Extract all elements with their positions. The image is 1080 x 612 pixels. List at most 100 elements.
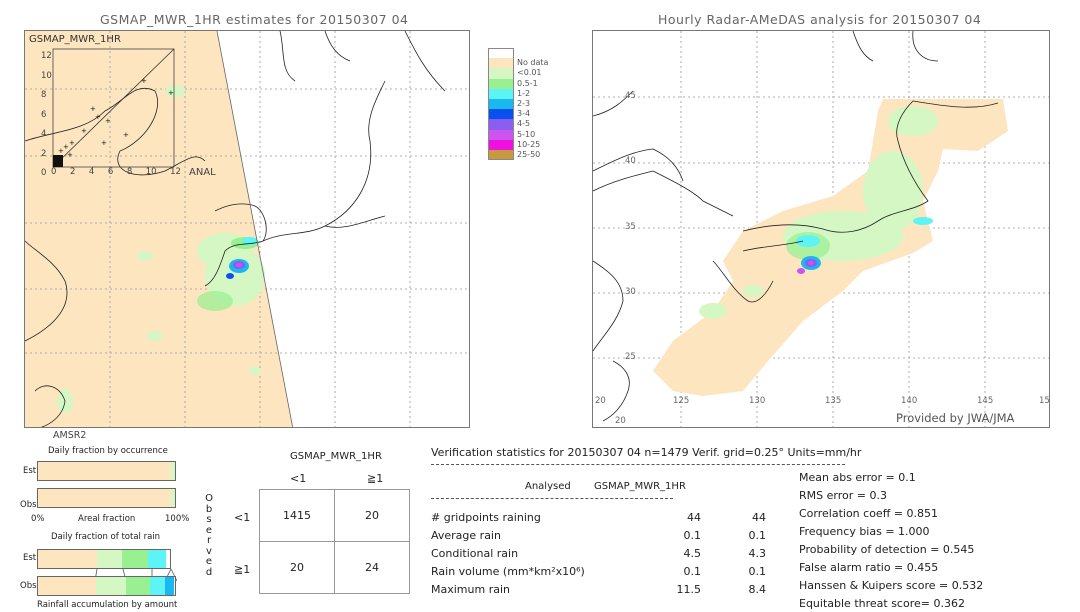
rain-est-label: Est: [23, 553, 37, 563]
rain-obs-label: Obs: [20, 581, 37, 591]
legend-label: <0.01: [517, 68, 542, 78]
occurrence-est-bar: [37, 461, 176, 481]
score-line: Probability of detection = 0.545: [799, 543, 975, 556]
right-map: 45 40 35 30 25 20 20 125 130 135 140 145…: [592, 30, 1050, 428]
svg-text:+: +: [90, 105, 96, 113]
bar-segment: [97, 550, 123, 568]
side-label-letter: d: [205, 566, 213, 578]
stat-label: # gridpoints raining: [431, 511, 541, 524]
lon-label-135: 135: [825, 396, 842, 406]
lon-label-130: 130: [749, 396, 766, 406]
rain-est-bar: [37, 549, 171, 569]
right-map-title: Hourly Radar-AMeDAS analysis for 2015030…: [658, 12, 982, 27]
inset-scatter-plot: + ++ +++ +++ +++: [52, 48, 175, 168]
stat-model-value: 0.1: [748, 565, 767, 578]
legend-item: [488, 48, 548, 59]
scatter-points: + ++ +++ +++ +++: [58, 77, 174, 159]
bar-segment: [38, 550, 98, 568]
legend-label: 0.5-1: [517, 78, 538, 88]
rain-chart-title: Daily fraction of total rain: [51, 532, 161, 542]
bar-segment: [122, 550, 148, 568]
legend-item: 10-25: [488, 139, 548, 150]
occurrence-axis-label: Areal fraction: [78, 514, 136, 524]
contingency-col-header-lt1: <1: [290, 472, 307, 485]
lat-label-30: 30: [625, 287, 636, 297]
inset-x-ticks: 0 2 4 6 8 10 12: [51, 167, 181, 177]
contingency-row-header-lt1: <1: [234, 511, 251, 524]
lat-label-25: 25: [625, 352, 636, 362]
left-map-title: GSMAP_MWR_1HR estimates for 20150307 04: [100, 12, 409, 27]
inset-x-tick: 12: [170, 167, 181, 177]
inset-x-tick: 6: [107, 167, 114, 177]
side-label-letter: O: [205, 493, 213, 504]
contingency-row-header-ge1: ≧1: [234, 563, 251, 576]
legend-swatch: [488, 119, 514, 130]
left-map: GSMAP_MWR_1HR + + + + + + + + + + + + 12 10 8 6 …: [24, 30, 470, 428]
legend-label: No data: [517, 58, 549, 68]
legend-swatch: [488, 129, 514, 140]
stat-model-value: 44: [752, 511, 766, 524]
legend-swatch: [488, 139, 514, 150]
inset-y-tick: 2: [41, 148, 47, 159]
legend-item: 4-5: [488, 119, 548, 130]
svg-text:+: +: [168, 89, 174, 97]
legend-swatch: [488, 109, 514, 120]
stat-analysed-value: 11.5: [676, 583, 702, 596]
lon-label-145: 145: [977, 396, 994, 406]
stat-analysed-value: 0.1: [683, 565, 702, 578]
stat-label: Maximum rain: [431, 583, 510, 596]
legend-item: <0.01: [488, 68, 548, 79]
right-map-canvas: [593, 31, 1049, 427]
lon-label-140: 140: [901, 396, 918, 406]
inset-y-tick: 4: [41, 129, 47, 139]
svg-text:+: +: [69, 139, 75, 147]
bar-segment: [170, 462, 175, 480]
color-legend: No data <0.01 0.5-1 1-2 2-3 3-4 4-5 5-10 10-25 25…: [488, 48, 549, 161]
legend-item: 25-50: [488, 149, 548, 161]
score-line: Correlation coeff = 0.851: [799, 507, 938, 520]
cell-obs-ge1-est-ge1: 24: [334, 541, 410, 594]
legend-label: 25-50: [517, 149, 541, 159]
svg-text:+: +: [67, 151, 73, 159]
inset-x-tick: 4: [88, 167, 95, 177]
sensor-label: AMSR2: [53, 430, 87, 441]
bar-segment: [165, 577, 174, 595]
contingency-table: 1415 20 20 24: [259, 489, 410, 594]
inset-x-label: ANAL: [189, 167, 216, 178]
data-credit: Provided by JWA/JMA: [896, 411, 1015, 425]
bar-segment: [170, 489, 175, 507]
inset-x-tick: 10: [145, 167, 157, 177]
inset-y-ticks: 12 10 8 6 4 2 0: [41, 47, 52, 184]
legend-label: 10-25: [517, 139, 541, 149]
occurrence-axis-right: 100%: [165, 514, 190, 524]
side-label-letter: s: [206, 514, 212, 525]
contingency-col-header-ge1: ≧1: [367, 472, 384, 485]
score-line: RMS error = 0.3: [799, 489, 887, 502]
score-line: Equitable threat score= 0.362: [799, 597, 965, 610]
legend-item: 1-2: [488, 88, 548, 99]
bar-segment: [95, 577, 126, 595]
legend-item: No data: [488, 58, 549, 69]
bar-segment: [38, 489, 171, 507]
occurrence-obs-label: Obs: [20, 500, 37, 510]
occurrence-obs-bar: [37, 488, 176, 508]
bar-segment: [38, 462, 171, 480]
bar-segment: [38, 577, 96, 595]
occurrence-axis-left: 0%: [31, 514, 45, 524]
legend-label: 3-4: [517, 109, 531, 119]
lat-label-35: 35: [625, 222, 636, 232]
one-to-one-line: [52, 48, 175, 168]
stat-label: Rain volume (mm*km²x10⁶): [431, 565, 585, 578]
contingency-title: GSMAP_MWR_1HR: [290, 451, 382, 462]
inset-y-tick: 6: [41, 109, 47, 120]
verification-header: Verification statistics for 20150307 04 …: [431, 446, 862, 459]
scatter-cluster: [53, 155, 63, 167]
legend-swatch: [488, 88, 514, 99]
occurrence-est-label: Est: [23, 466, 37, 476]
legend-swatch: [488, 48, 514, 59]
inset-y-tick: 8: [41, 90, 47, 100]
inset-y-tick: 12: [41, 51, 52, 61]
legend-item: 3-4: [488, 109, 548, 120]
lon-label-125: 125: [673, 396, 690, 406]
inset-x-tick: 8: [126, 167, 133, 177]
